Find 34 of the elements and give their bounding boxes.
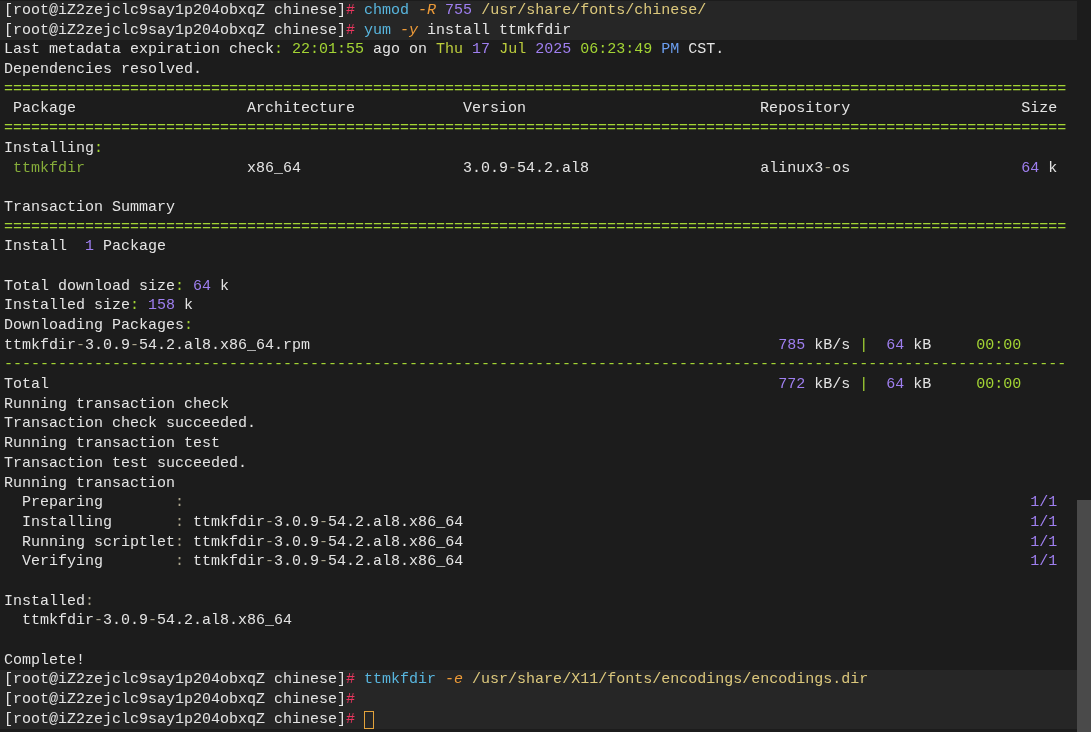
command-prompt-line: [root@iZ2zejclc9say1p204obxqZ chinese]# ttmkfdir -e /usr/share/X11/fonts/encodings/encodings.dir [4,670,869,691]
output-line: Running transaction test [4,434,221,454]
output-line: Installing : ttmkfdir-3.0.9-54.2.al8.x86_64 1/1 [21,512,1058,533]
output-line: Install 1 Package [4,237,167,257]
output-line: Downloading Packages: [4,316,194,336]
output-line: Total download size: 64 k [4,276,230,297]
separator-line: ---------------------------------------------------------------------------------------------------------------------- [4,355,1067,376]
command-prompt-line: [root@iZ2zejclc9say1p204obxqZ chinese]# [4,690,356,710]
output-line: Running transaction [4,473,176,494]
scrollbar-thumb[interactable] [1077,500,1091,732]
separator-line: ====================================================================================================================== [4,79,1067,100]
output-line: Transaction test succeeded. [4,453,248,474]
output-line: Running scriptlet: ttmkfdir-3.0.9-54.2.al8.x86_64 1/1 [21,532,1058,553]
output-line: Dependencies resolved. [4,60,203,80]
output-line: Verifying : ttmkfdir-3.0.9-54.2.al8.x86_64 1/1 [21,552,1058,572]
output-line: Complete! [4,650,85,671]
output-line: ttmkfdir x86_64 3.0.9-54.2.al8 alinux3-os 64 k [12,158,1058,179]
output-line: Total 772 kB/s | 64 kB 00:00 [4,375,1022,395]
output-line: Last metadata expiration check: 22:01:55 ago on Thu 17 Jul 2025 06:23:49 PM CST. [4,40,725,61]
command-prompt-line: [root@iZ2zejclc9say1p204obxqZ chinese]# [4,709,356,730]
output-line: Preparing : 1/1 [21,493,1058,513]
command-prompt-line: [root@iZ2zejclc9say1p204obxqZ chinese]# chmod -R 755 /usr/share/fonts/chinese/ [4,1,707,21]
command-prompt-line: [root@iZ2zejclc9say1p204obxqZ chinese]# yum -y install ttmkfdir [4,20,572,41]
output-line: ttmkfdir-3.0.9-54.2.al8.x86_64 [21,611,293,631]
output-line: Transaction Summary [4,197,176,218]
output-line: Running transaction check [4,394,230,415]
separator-line: ====================================================================================================================== [4,119,1067,139]
output-line: Installed: [4,591,95,612]
output-line: Transaction check succeeded. [4,414,257,435]
output-line: ttmkfdir-3.0.9-54.2.al8.x86_64.rpm 785 kB/s | 64 kB 00:00 [4,335,1022,356]
separator-line: ====================================================================================================================== [4,217,1067,238]
output-line: Installing: [4,138,104,159]
table-header-line: Package Architecture Version Repository Size [12,99,1058,120]
output-line: Installed size: 158 k [4,296,194,316]
